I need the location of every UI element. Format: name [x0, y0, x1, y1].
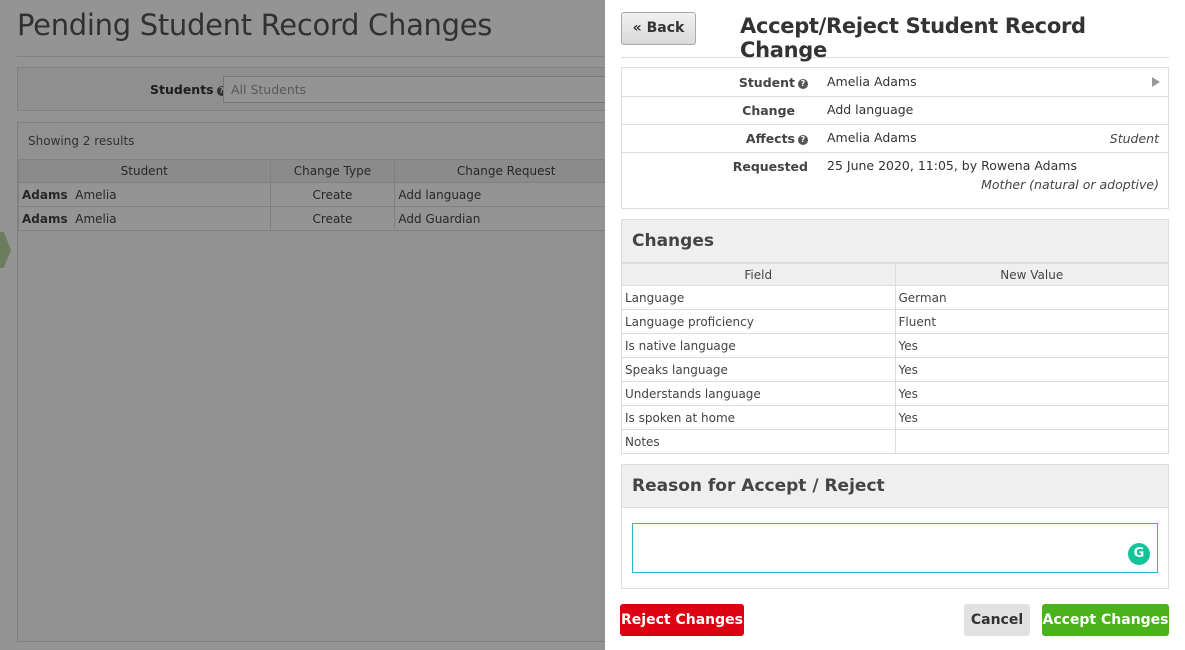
affects-label: Affects?	[746, 131, 808, 146]
expand-arrow-icon[interactable]	[1152, 77, 1160, 87]
back-button[interactable]: « Back	[621, 12, 696, 45]
student-label: Student?	[739, 75, 808, 90]
column-header-field: Field	[622, 263, 896, 286]
changes-heading: Changes	[622, 220, 1168, 263]
field-cell: Language proficiency	[622, 309, 896, 334]
cancel-button[interactable]: Cancel	[964, 604, 1030, 636]
value-cell: Fluent	[894, 309, 1168, 334]
value-cell: German	[894, 285, 1168, 310]
affects-label-text: Affects	[745, 131, 795, 146]
requested-label: Requested	[732, 159, 808, 174]
help-icon[interactable]: ?	[798, 134, 808, 145]
value-cell: Yes	[894, 357, 1168, 382]
requested-value: 25 June 2020, 11:05, by Rowena Adams	[827, 158, 1077, 173]
grammarly-icon[interactable]: G	[1128, 543, 1150, 565]
table-row: Language proficiency Fluent	[622, 309, 1168, 334]
column-header-new-value: New Value	[894, 263, 1168, 286]
requested-row: Requested 25 June 2020, 11:05, by Rowena…	[622, 153, 1168, 208]
reason-textarea[interactable]	[632, 523, 1158, 573]
student-label-text: Student	[738, 75, 795, 90]
student-row[interactable]: Student? Amelia Adams	[622, 68, 1168, 97]
table-row: Is spoken at home Yes	[622, 405, 1168, 430]
reason-heading: Reason for Accept / Reject	[622, 465, 1168, 508]
change-row: Change Add language	[622, 97, 1168, 125]
field-cell: Is native language	[622, 333, 896, 358]
field-cell: Speaks language	[622, 357, 896, 382]
reject-changes-button[interactable]: Reject Changes	[620, 604, 744, 636]
student-value: Amelia Adams	[827, 74, 917, 89]
changes-table: Field New Value Language German Language …	[622, 263, 1168, 454]
value-cell: Yes	[894, 381, 1168, 406]
table-row: Understands language Yes	[622, 381, 1168, 406]
table-row: Is native language Yes	[622, 333, 1168, 358]
table-row: Language German	[622, 285, 1168, 310]
modal-title: Accept/Reject Student Record Change	[740, 14, 1086, 62]
change-value: Add language	[827, 102, 914, 117]
accept-changes-button[interactable]: Accept Changes	[1042, 604, 1169, 636]
change-info-panel: Student? Amelia Adams Change Add languag…	[621, 67, 1169, 209]
change-label: Change	[742, 103, 795, 118]
modal-header: « Back Accept/Reject Student Record Chan…	[621, 0, 1169, 62]
field-cell: Understands language	[622, 381, 896, 406]
reason-panel: Reason for Accept / Reject G	[621, 464, 1169, 589]
requested-relation: Mother (natural or adoptive)	[981, 177, 1159, 192]
affects-role: Student	[1109, 131, 1159, 146]
value-cell	[894, 429, 1168, 454]
field-cell: Notes	[622, 429, 896, 454]
value-cell: Yes	[894, 405, 1168, 430]
value-cell: Yes	[894, 333, 1168, 358]
table-row: Speaks language Yes	[622, 357, 1168, 382]
field-cell: Is spoken at home	[622, 405, 896, 430]
changes-panel: Changes Field New Value Language German L…	[621, 219, 1169, 454]
affects-value: Amelia Adams	[827, 130, 917, 145]
help-icon[interactable]: ?	[798, 78, 808, 89]
record-change-modal: « Back Accept/Reject Student Record Chan…	[605, 0, 1185, 650]
affects-row: Affects? Amelia Adams Student	[622, 125, 1168, 153]
table-row: Notes	[622, 429, 1168, 454]
field-cell: Language	[622, 285, 896, 310]
